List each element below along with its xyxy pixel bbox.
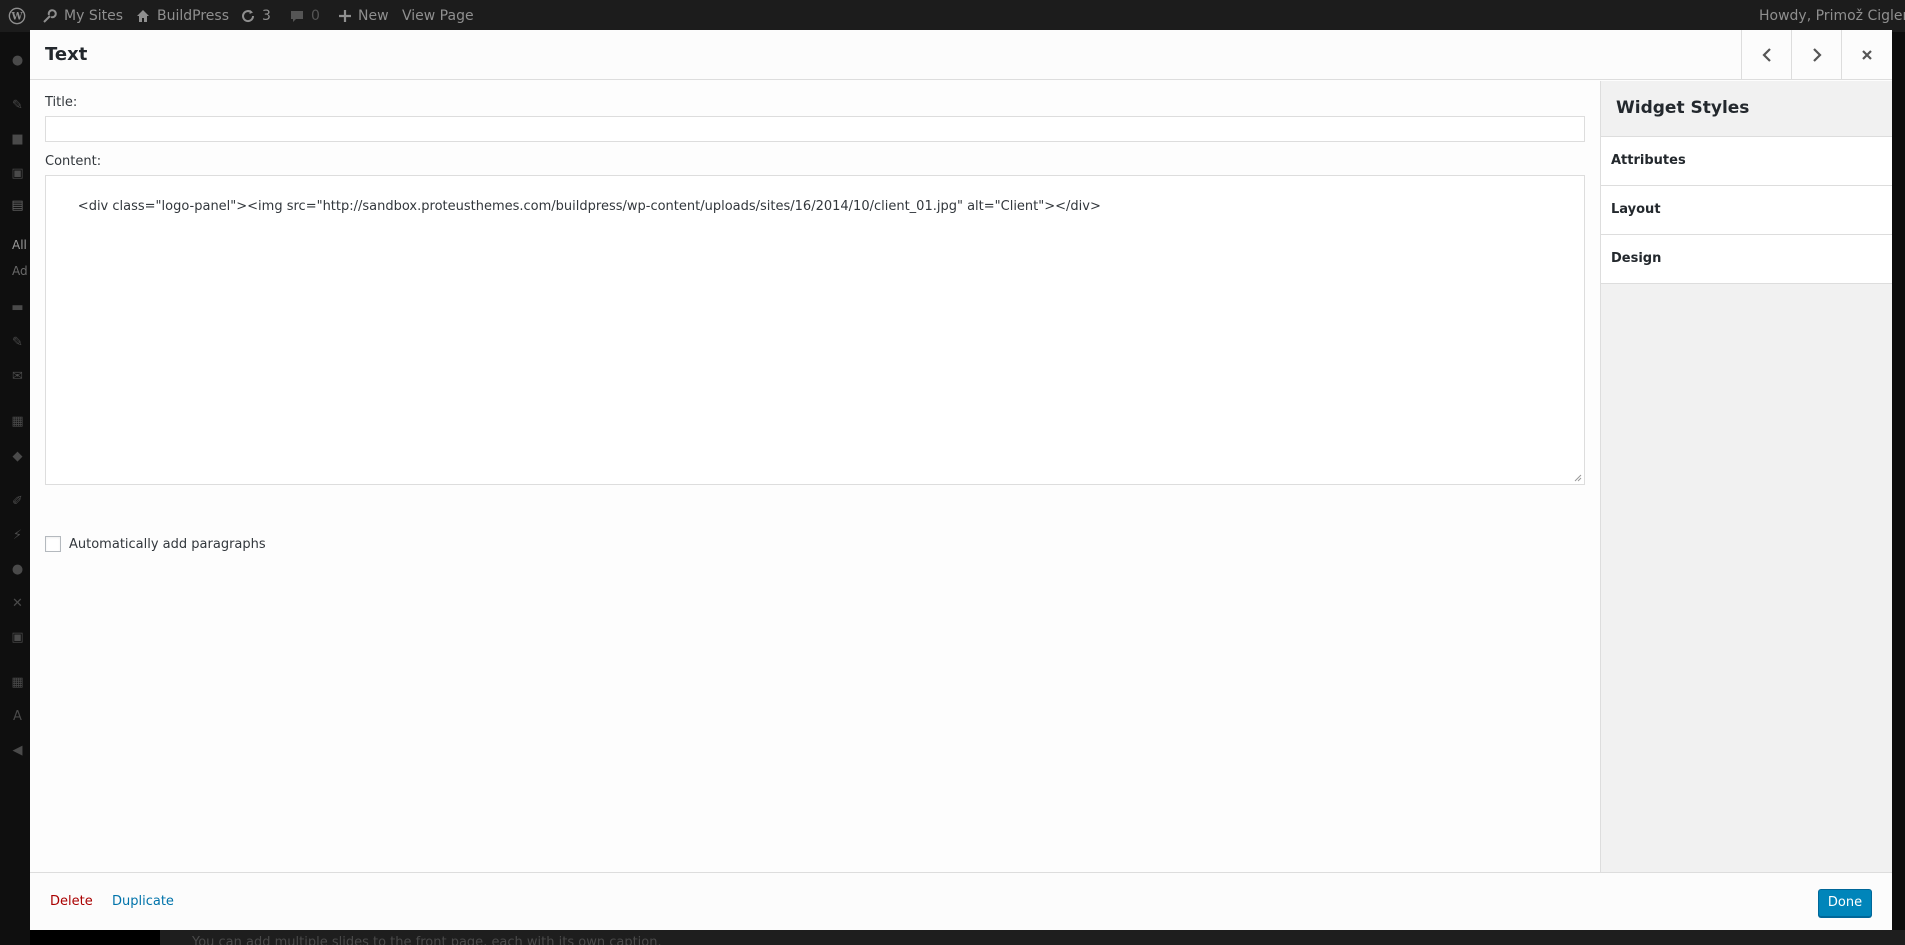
menu-all-label[interactable]: All [12,238,27,252]
updates-menu[interactable]: 3 [240,0,271,32]
updates-count: 3 [262,8,271,24]
site-name-menu[interactable]: BuildPress [135,0,229,32]
widgets-icon[interactable]: ▦ [9,674,26,691]
delete-link[interactable]: Delete [50,873,93,931]
dialog-title: Text [45,44,88,65]
autop-option: Automatically add paragraphs [45,534,266,554]
widget-styles-sidebar: Widget Styles Attributes Layout Design [1600,81,1892,872]
my-sites-menu[interactable]: My Sites [42,0,123,32]
close-icon [1861,50,1872,60]
section-layout[interactable]: Layout [1601,185,1892,234]
chevron-left-icon [1761,48,1771,62]
brush-icon[interactable]: ✐ [9,493,26,510]
close-dialog-button[interactable] [1841,30,1891,80]
section-design[interactable]: Design [1601,234,1892,284]
done-button[interactable]: Done [1818,889,1872,917]
autop-label[interactable]: Automatically add paragraphs [69,537,266,552]
users-icon[interactable]: ● [9,561,26,578]
comments-menu[interactable]: 0 [289,0,320,32]
widget-edit-dialog: Text Title: Content: <div class="logo-pa… [30,30,1892,930]
my-sites-label: My Sites [64,8,123,24]
title-field[interactable] [45,116,1585,142]
section-attributes-label: Attributes [1611,153,1686,168]
title-field-label: Title: [45,95,78,110]
pin-icon[interactable]: ✎ [9,97,26,114]
wordpress-logo-icon[interactable]: W [8,0,26,32]
cube-icon[interactable]: ◆ [9,448,26,465]
pin-icon-2[interactable]: ✎ [9,334,26,351]
background-page-text: You can add multiple slides to the front… [192,935,662,945]
howdy-user-menu[interactable]: Howdy, Primož Cigler [1759,0,1905,32]
view-page-link[interactable]: View Page [402,0,474,32]
previous-widget-button[interactable] [1741,30,1791,80]
media-icon[interactable]: ▣ [9,165,26,182]
dialog-title-bar: Text [30,30,1892,80]
comments-icon[interactable]: ▬ [9,299,26,316]
menu-add-label[interactable]: Ad [12,264,28,278]
screen-edge [1892,32,1905,945]
tools-icon[interactable]: ✕ [9,595,26,612]
dashboard-icon[interactable]: ● [9,52,26,69]
content-text: <div class="logo-panel"><img src="http:/… [77,199,1101,214]
admin-menu: ● ✎ ■ ▣ ▤ All Ad ▬ ✎ ✉ ▦ ◆ ✐ ⚡ ● ✕ ▣ ▦ A… [0,32,30,945]
site-name-label: BuildPress [157,8,229,24]
duplicate-link[interactable]: Duplicate [112,873,174,931]
new-content-menu[interactable]: New [338,0,389,32]
plugins-icon[interactable]: ⚡ [9,527,26,544]
portfolio-icon[interactable]: ■ [9,131,26,148]
howdy-label: Howdy, Primož Cigler [1759,8,1905,24]
resize-handle-icon[interactable] [1574,474,1582,482]
collapse-icon[interactable]: ◀ [9,742,26,759]
wrench-icon [43,9,57,23]
pages-icon[interactable]: ▤ [9,197,26,214]
grid-icon[interactable]: ▦ [9,413,26,430]
admin-bar: W My Sites BuildPress 3 0 New View Page … [0,0,1905,32]
chevron-right-icon [1812,48,1822,62]
section-layout-label: Layout [1611,202,1661,217]
svg-text:W: W [10,12,23,23]
updates-icon [242,10,255,23]
comment-icon [291,11,303,22]
section-attributes[interactable]: Attributes [1601,136,1892,185]
settings-icon[interactable]: ▣ [9,629,26,646]
widget-styles-title: Widget Styles [1616,98,1750,118]
dialog-footer: Delete Duplicate Done [30,872,1892,930]
section-design-label: Design [1611,251,1662,266]
next-widget-button[interactable] [1791,30,1841,80]
font-icon[interactable]: A [9,708,26,725]
mail-icon[interactable]: ✉ [9,368,26,385]
content-field-label: Content: [45,154,102,169]
comments-count: 0 [311,8,320,24]
autop-checkbox[interactable] [45,536,61,552]
content-textarea[interactable]: <div class="logo-panel"><img src="http:/… [45,175,1585,485]
home-icon [137,10,149,22]
widget-form: Title: Content: <div class="logo-panel">… [30,81,1600,872]
new-label: New [358,8,389,24]
plus-icon [339,10,351,22]
